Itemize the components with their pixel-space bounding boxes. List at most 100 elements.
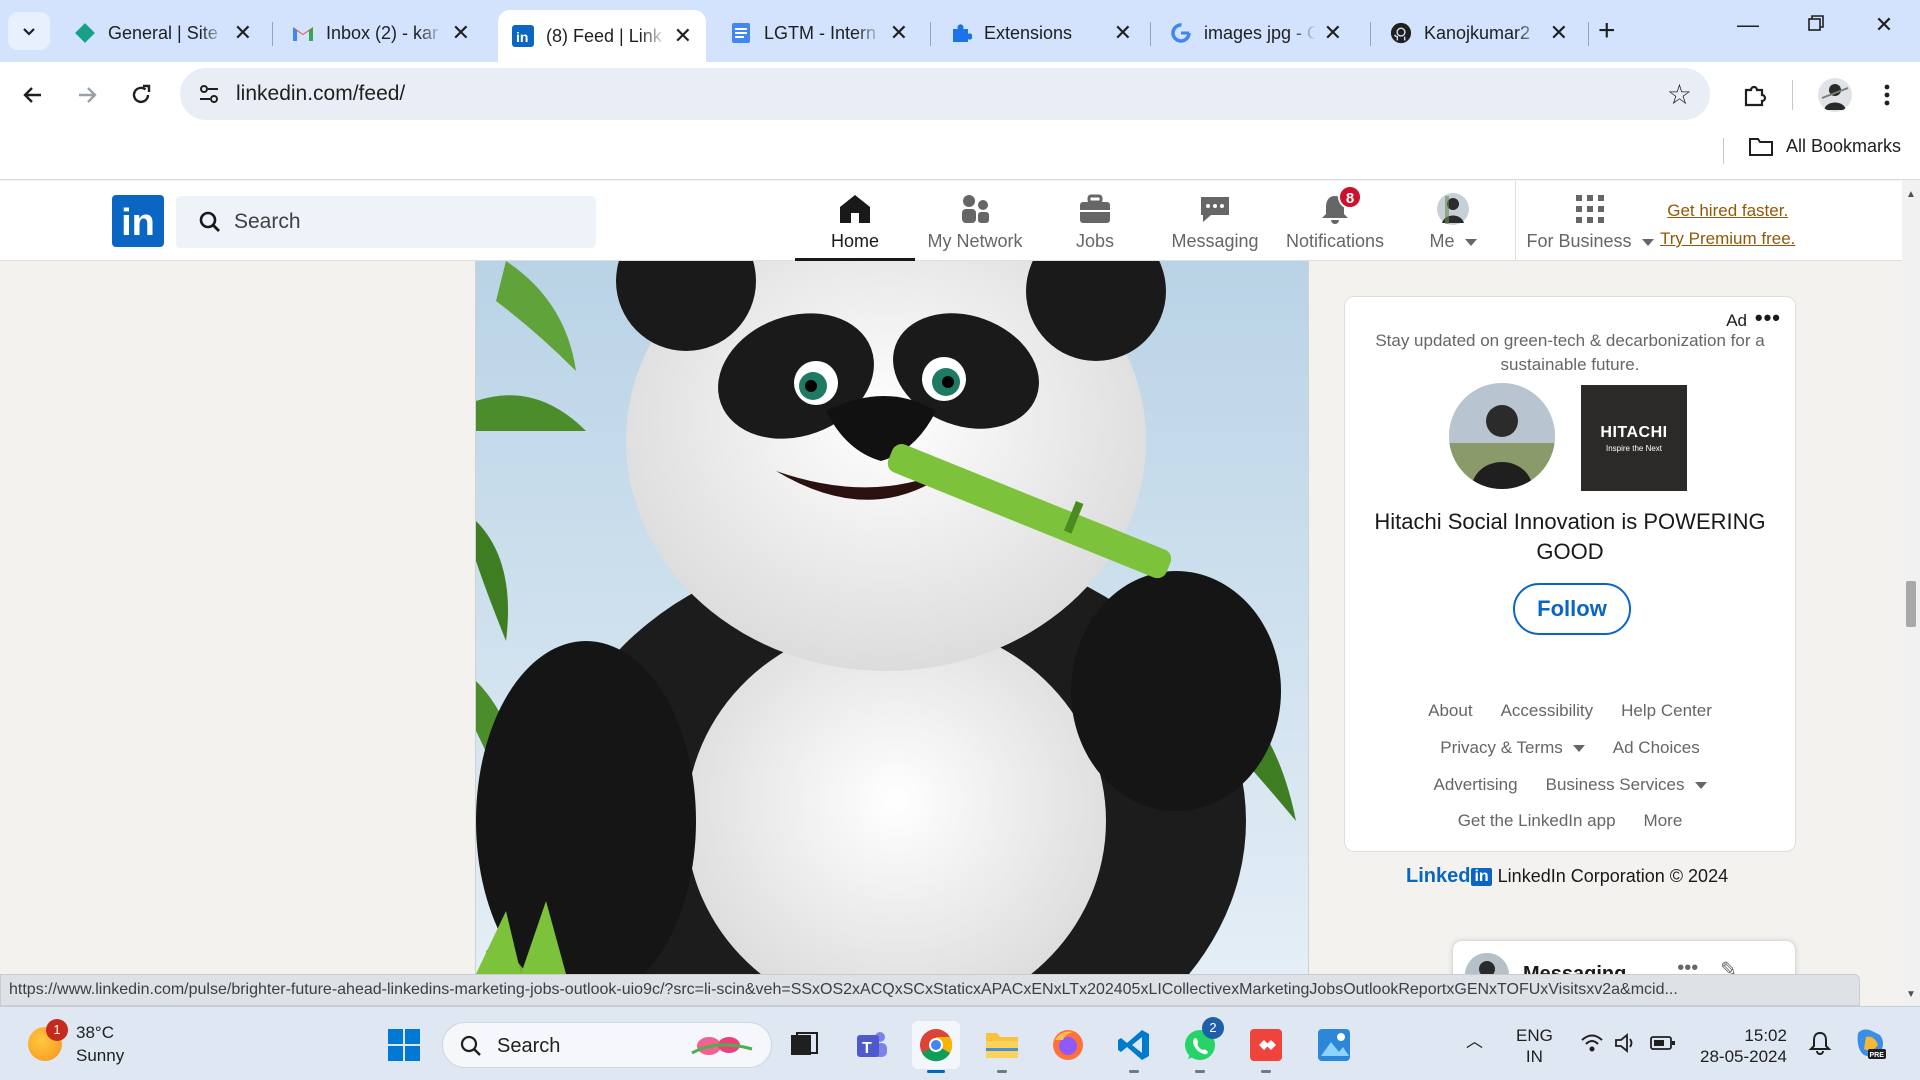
chevron-down-icon — [1694, 782, 1707, 790]
scroll-up-icon[interactable]: ▲ — [1906, 189, 1916, 200]
language-code: ENG — [1516, 1026, 1553, 1045]
browser-tab[interactable]: Extensions ✕ — [936, 10, 1146, 56]
wifi-icon[interactable] — [1580, 1033, 1604, 1058]
page-scrollbar[interactable]: ▲ ▼ — [1902, 181, 1920, 1006]
back-button[interactable] — [18, 80, 48, 110]
more-horizontal-icon[interactable]: ••• — [1677, 957, 1698, 974]
scroll-down-icon[interactable]: ▼ — [1906, 989, 1916, 1000]
extensions-button[interactable] — [1740, 80, 1770, 110]
browser-tab-strip: General | Site ✕ Inbox (2) - kar ✕ in (8… — [0, 0, 1920, 62]
close-icon[interactable]: ✕ — [1324, 20, 1342, 46]
premium-upsell-link[interactable]: Get hired faster. Try Premium free. — [1660, 197, 1795, 253]
ad-label: Ad — [1726, 311, 1747, 330]
address-bar[interactable]: linkedin.com/feed/ ☆ — [180, 68, 1710, 120]
vscode-app[interactable] — [1110, 1021, 1158, 1073]
footer-link-about[interactable]: About — [1428, 701, 1472, 721]
language-indicator[interactable]: ENG IN — [1516, 1025, 1553, 1067]
puzzle-icon — [1744, 85, 1767, 107]
new-tab-button[interactable]: + — [1598, 14, 1616, 48]
github-icon — [1390, 22, 1412, 44]
site-settings-icon[interactable] — [198, 83, 220, 110]
hitachi-logo[interactable]: HITACHI Inspire the Next — [1581, 385, 1687, 491]
more-horizontal-icon[interactable]: ••• — [1755, 305, 1781, 331]
forward-button[interactable] — [72, 80, 102, 110]
footer-link-privacy-terms[interactable]: Privacy & Terms — [1440, 738, 1585, 758]
start-button[interactable] — [380, 1021, 428, 1069]
copilot-icon[interactable]: PRE — [1852, 1025, 1888, 1066]
browser-tab[interactable]: Inbox (2) - kar ✕ — [278, 10, 484, 56]
footer-link-help-center[interactable]: Help Center — [1621, 701, 1712, 721]
clock[interactable]: 15:02 28-05-2024 — [1700, 1025, 1787, 1067]
photos-app[interactable] — [1310, 1021, 1358, 1069]
nav-notifications[interactable]: 8 Notifications — [1275, 185, 1395, 261]
restore-button[interactable] — [1786, 12, 1846, 38]
whatsapp-app[interactable]: 2 — [1176, 1017, 1224, 1073]
nav-label: Messaging — [1171, 231, 1259, 251]
avatar — [1465, 953, 1509, 974]
profile-avatar[interactable] — [1818, 78, 1852, 112]
taskbar-search-input[interactable]: Search — [442, 1022, 772, 1068]
notification-center-icon[interactable] — [1808, 1031, 1832, 1060]
close-icon[interactable]: ✕ — [452, 20, 470, 46]
chrome-app[interactable] — [912, 1021, 960, 1073]
footer-link-business-services[interactable]: Business Services — [1546, 775, 1707, 795]
ad-user-avatar — [1449, 383, 1555, 489]
battery-icon[interactable] — [1650, 1035, 1676, 1056]
close-icon[interactable]: ✕ — [674, 23, 692, 49]
chevron-down-icon — [1464, 238, 1477, 246]
nav-messaging[interactable]: Messaging — [1155, 191, 1275, 261]
premium-line-1: Get hired faster. — [1667, 201, 1789, 220]
nav-jobs[interactable]: Jobs — [1035, 191, 1155, 261]
firefox-app[interactable] — [1044, 1021, 1092, 1069]
notification-badge: 8 — [1338, 185, 1362, 209]
reload-button[interactable] — [126, 80, 156, 110]
anydesk-app[interactable] — [1242, 1021, 1290, 1073]
taskbar-search-placeholder: Search — [497, 1035, 561, 1057]
browser-tab-active[interactable]: in (8) Feed | Link ✕ — [498, 10, 706, 62]
minimize-button[interactable]: — — [1718, 12, 1778, 38]
browser-tab[interactable]: LGTM - Intern ✕ — [716, 10, 922, 56]
follow-button[interactable]: Follow — [1513, 583, 1631, 635]
footer-link-more[interactable]: More — [1644, 811, 1683, 831]
nav-me[interactable]: Me — [1393, 191, 1513, 261]
footer-link-advertising[interactable]: Advertising — [1434, 775, 1518, 795]
bookmarks-bar: All Bookmarks — [0, 128, 1920, 180]
tab-search-button[interactable] — [8, 12, 50, 50]
messaging-widget[interactable]: Messaging ••• ✎ ︿ — [1452, 940, 1796, 974]
nav-my-network[interactable]: My Network — [915, 191, 1035, 261]
footer-link-get-app[interactable]: Get the LinkedIn app — [1458, 811, 1616, 831]
browser-tab[interactable]: General | Site ✕ — [60, 10, 266, 56]
task-view-button[interactable] — [780, 1021, 828, 1069]
post-image[interactable] — [475, 261, 1309, 974]
nav-for-business[interactable]: For Business — [1520, 191, 1660, 261]
weather-widget[interactable]: 1 38°C Sunny — [28, 1019, 124, 1067]
bookmark-star-icon[interactable]: ☆ — [1667, 78, 1692, 111]
linkedin-logo-icon[interactable]: in — [112, 195, 164, 247]
link-status-bar: https://www.linkedin.com/pulse/brighter-… — [0, 974, 1860, 1006]
nav-home[interactable]: Home — [795, 191, 915, 261]
linkedin-search-input[interactable]: Search — [176, 196, 596, 248]
chevron-up-icon[interactable]: ︿ — [1466, 1031, 1483, 1052]
messaging-label: Messaging — [1523, 963, 1627, 974]
site-diamond-icon — [74, 22, 96, 44]
all-bookmarks-button[interactable]: All Bookmarks — [1748, 136, 1901, 157]
volume-icon[interactable] — [1614, 1033, 1638, 1058]
browser-tab[interactable]: images jpg - G ✕ — [1156, 10, 1356, 56]
compose-icon[interactable]: ✎ — [1720, 957, 1737, 974]
close-icon[interactable]: ✕ — [234, 20, 252, 46]
close-window-button[interactable]: ✕ — [1854, 12, 1914, 38]
teams-app[interactable]: T — [848, 1021, 896, 1069]
footer-link-accessibility[interactable]: Accessibility — [1501, 701, 1594, 721]
chat-icon — [1155, 191, 1275, 227]
footer-link-ad-choices[interactable]: Ad Choices — [1613, 738, 1700, 758]
close-icon[interactable]: ✕ — [1114, 20, 1132, 46]
close-icon[interactable]: ✕ — [890, 20, 908, 46]
browser-menu-button[interactable] — [1872, 80, 1902, 110]
file-explorer-app[interactable] — [978, 1021, 1026, 1073]
browser-tab[interactable]: Kanojkumar2 ✕ — [1376, 10, 1582, 56]
scrollbar-thumb[interactable] — [1906, 581, 1916, 627]
reload-icon — [132, 84, 151, 104]
panda-illustration — [476, 261, 1308, 974]
close-icon[interactable]: ✕ — [1550, 20, 1568, 46]
chevron-up-icon[interactable]: ︿ — [1759, 957, 1779, 974]
